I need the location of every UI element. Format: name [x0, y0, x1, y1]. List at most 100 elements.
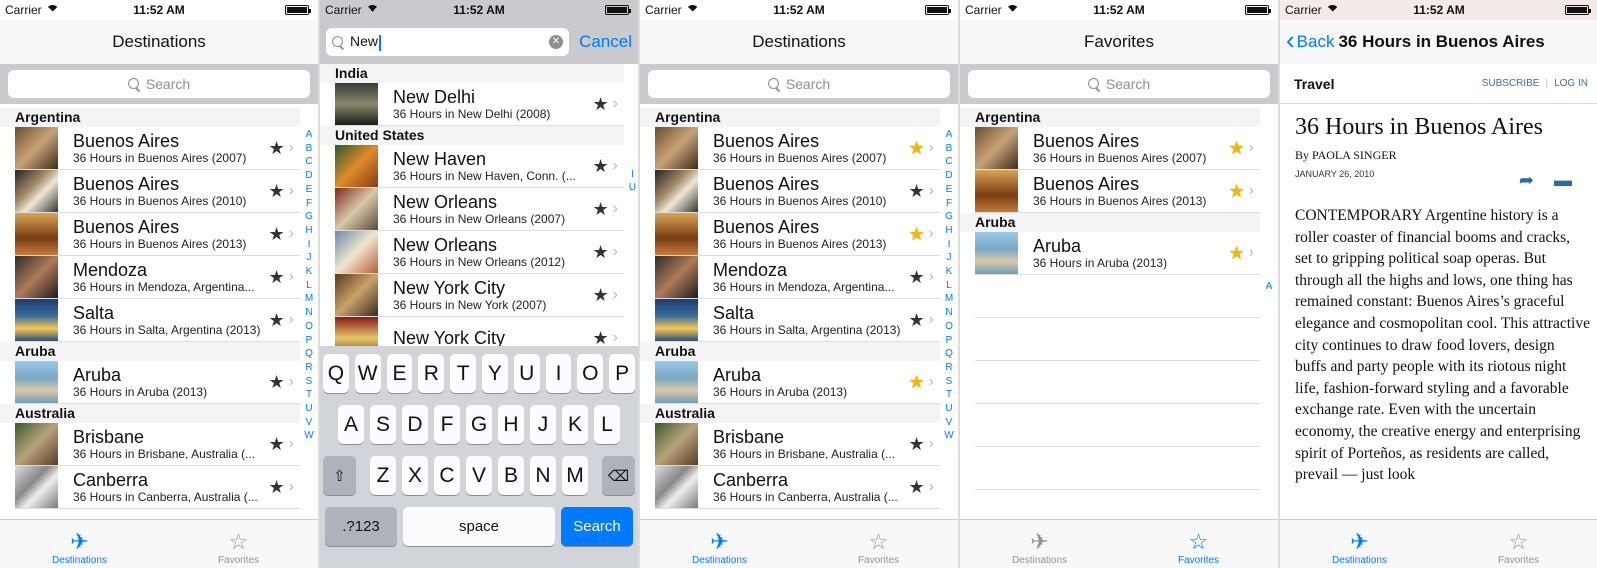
- index-letter[interactable]: W: [944, 429, 953, 443]
- space-key[interactable]: space: [403, 507, 555, 546]
- list-item[interactable]: Buenos Aires 36 Hours in Buenos Aires (20…: [15, 213, 300, 256]
- tab-favorites[interactable]: ☆ Favorites: [1119, 520, 1278, 568]
- index-letter[interactable]: I: [308, 238, 311, 252]
- section-index[interactable]: ABCDEFGHIJKLMNOPQRSTUVW: [302, 128, 316, 443]
- list-item[interactable]: Canberra 36 Hours in Canberra, Australia …: [15, 466, 300, 509]
- search-input[interactable]: New ✕: [326, 28, 570, 56]
- key-x[interactable]: X: [402, 456, 428, 495]
- key-i[interactable]: I: [545, 354, 572, 393]
- index-letter[interactable]: J: [307, 251, 312, 265]
- list-item[interactable]: Buenos Aires 36 Hours in Buenos Aires (20…: [975, 127, 1260, 170]
- key-o[interactable]: O: [577, 354, 604, 393]
- list-item[interactable]: New York City 36 Hours in New York (2007)…: [335, 274, 624, 317]
- index-letter[interactable]: H: [945, 224, 952, 238]
- subscribe-link[interactable]: SUBSCRIBE: [1482, 78, 1540, 89]
- key-s[interactable]: S: [370, 405, 396, 444]
- key-n[interactable]: N: [530, 456, 556, 495]
- tab-destinations[interactable]: ✈ Destinations: [960, 520, 1119, 568]
- key-u[interactable]: U: [513, 354, 540, 393]
- index-letter[interactable]: A: [306, 128, 313, 142]
- list-item[interactable]: Buenos Aires 36 Hours in Buenos Aires (20…: [655, 213, 940, 256]
- tab-destinations[interactable]: ✈ Destinations: [640, 520, 799, 568]
- list-item[interactable]: New Orleans 36 Hours in New Orleans (2007…: [335, 188, 624, 231]
- favorite-star-icon[interactable]: ★: [593, 286, 609, 304]
- index-letter[interactable]: S: [306, 375, 313, 389]
- key-w[interactable]: W: [354, 354, 381, 393]
- index-letter[interactable]: D: [945, 169, 952, 183]
- favorite-star-icon[interactable]: ★: [269, 373, 285, 391]
- list-item[interactable]: Mendoza 36 Hours in Mendoza, Argentina...…: [655, 256, 940, 299]
- favorite-star-icon[interactable]: ★: [269, 478, 285, 496]
- favorite-star-icon[interactable]: ★: [909, 268, 925, 286]
- favorite-star-icon[interactable]: ★: [909, 139, 925, 157]
- index-letter[interactable]: F: [306, 197, 312, 211]
- list-item[interactable]: Brisbane 36 Hours in Brisbane, Australia …: [655, 423, 940, 466]
- index-letter[interactable]: T: [306, 388, 312, 402]
- key-j[interactable]: J: [530, 405, 556, 444]
- index-letter[interactable]: E: [306, 183, 313, 197]
- favorite-star-icon[interactable]: ★: [1229, 244, 1245, 262]
- section-index[interactable]: A: [1262, 280, 1276, 294]
- index-letter[interactable]: H: [305, 224, 312, 238]
- index-letter[interactable]: N: [305, 306, 312, 320]
- index-letter[interactable]: A: [1266, 280, 1273, 294]
- favorite-star-icon[interactable]: ★: [909, 435, 925, 453]
- index-letter[interactable]: F: [946, 197, 952, 211]
- key-c[interactable]: C: [434, 456, 460, 495]
- favorite-star-icon[interactable]: ★: [269, 268, 285, 286]
- index-letter[interactable]: V: [946, 416, 953, 430]
- favorite-star-icon[interactable]: ★: [593, 329, 609, 346]
- key-p[interactable]: P: [609, 354, 635, 393]
- key-g[interactable]: G: [466, 405, 492, 444]
- list-item[interactable]: Salta 36 Hours in Salta, Argentina (2013)…: [655, 299, 940, 342]
- tab-favorites[interactable]: ☆ Favorites: [159, 520, 318, 568]
- favorite-star-icon[interactable]: ★: [1229, 182, 1245, 200]
- index-letter[interactable]: O: [305, 320, 313, 334]
- list-item[interactable]: New Delhi 36 Hours in New Delhi (2008) ★ ›: [335, 83, 624, 126]
- key-h[interactable]: H: [498, 405, 524, 444]
- key-z[interactable]: Z: [370, 456, 396, 495]
- search-key[interactable]: Search: [561, 507, 633, 546]
- index-letter[interactable]: V: [306, 416, 313, 430]
- favorite-star-icon[interactable]: ★: [269, 311, 285, 329]
- index-letter[interactable]: O: [945, 320, 953, 334]
- index-letter[interactable]: L: [946, 279, 952, 293]
- favorite-star-icon[interactable]: ★: [593, 95, 609, 113]
- folder-icon[interactable]: ▬: [1554, 170, 1572, 191]
- index-letter[interactable]: C: [305, 155, 312, 169]
- favorite-star-icon[interactable]: ★: [593, 200, 609, 218]
- shift-key[interactable]: ⇧: [323, 456, 356, 495]
- list-item[interactable]: New Haven 36 Hours in New Haven, Conn. (.…: [335, 145, 624, 188]
- clear-icon[interactable]: ✕: [549, 35, 564, 49]
- favorite-star-icon[interactable]: ★: [593, 157, 609, 175]
- back-button[interactable]: ‹ Back: [1286, 27, 1334, 53]
- list-item[interactable]: Buenos Aires 36 Hours in Buenos Aires (20…: [655, 170, 940, 213]
- share-icon[interactable]: ➦: [1519, 170, 1534, 191]
- tab-destinations[interactable]: ✈ Destinations: [1280, 520, 1439, 568]
- section-index[interactable]: IU: [629, 168, 636, 194]
- index-letter[interactable]: Q: [305, 347, 313, 361]
- favorite-star-icon[interactable]: ★: [909, 225, 925, 243]
- index-letter[interactable]: G: [945, 210, 953, 224]
- list-item[interactable]: Buenos Aires 36 Hours in Buenos Aires (20…: [975, 170, 1260, 213]
- favorite-star-icon[interactable]: ★: [593, 243, 609, 261]
- index-letter[interactable]: N: [945, 306, 952, 320]
- login-link[interactable]: LOG IN: [1554, 78, 1588, 89]
- index-letter[interactable]: I: [631, 168, 634, 181]
- list-item[interactable]: Buenos Aires 36 Hours in Buenos Aires (20…: [15, 127, 300, 170]
- favorite-star-icon[interactable]: ★: [909, 311, 925, 329]
- index-letter[interactable]: K: [946, 265, 953, 279]
- index-letter[interactable]: T: [946, 388, 952, 402]
- index-letter[interactable]: U: [305, 402, 312, 416]
- section-index[interactable]: ABCDEFGHIJKLMNOPQRSTUVW: [942, 128, 956, 443]
- index-letter[interactable]: G: [305, 210, 313, 224]
- favorite-star-icon[interactable]: ★: [269, 435, 285, 453]
- key-t[interactable]: T: [450, 354, 476, 393]
- index-letter[interactable]: M: [305, 292, 313, 306]
- list-item[interactable]: New Orleans 36 Hours in New Orleans (2012…: [335, 231, 624, 274]
- tab-favorites[interactable]: ☆ Favorites: [1439, 520, 1597, 568]
- index-letter[interactable]: L: [306, 279, 312, 293]
- favorite-star-icon[interactable]: ★: [1229, 139, 1245, 157]
- index-letter[interactable]: P: [306, 334, 313, 348]
- key-q[interactable]: Q: [323, 354, 349, 393]
